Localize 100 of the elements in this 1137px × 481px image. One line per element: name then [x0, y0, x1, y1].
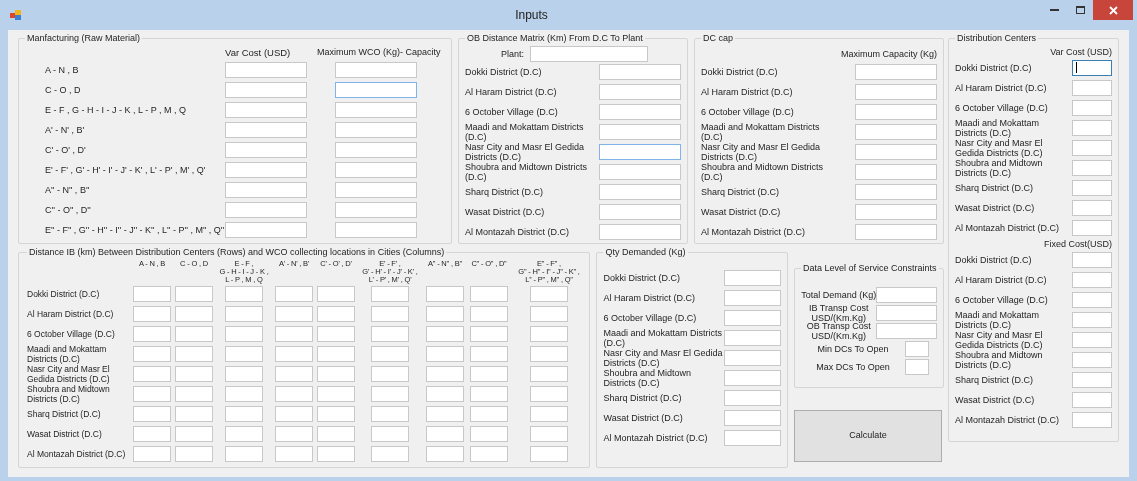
input-field[interactable]	[225, 121, 307, 138]
input-field[interactable]	[275, 345, 313, 362]
input-field[interactable]	[225, 405, 263, 422]
input-field[interactable]	[1072, 311, 1112, 328]
input-field[interactable]	[225, 385, 263, 402]
input-field[interactable]	[426, 345, 464, 362]
input-field[interactable]	[317, 425, 355, 442]
input-field[interactable]	[530, 325, 568, 342]
input-field[interactable]	[855, 203, 937, 220]
input-field[interactable]	[723, 409, 781, 426]
input-field[interactable]	[335, 61, 417, 78]
input-field[interactable]	[225, 425, 263, 442]
input-field[interactable]	[470, 305, 508, 322]
input-field[interactable]	[335, 201, 417, 218]
input-field[interactable]	[225, 101, 307, 118]
input-field[interactable]	[855, 143, 937, 160]
input-field[interactable]	[225, 325, 263, 342]
input-field[interactable]	[275, 285, 313, 302]
input-field[interactable]	[133, 405, 171, 422]
close-button[interactable]	[1093, 0, 1133, 20]
input-field[interactable]	[1072, 291, 1112, 308]
input-field[interactable]	[723, 269, 781, 286]
input-field[interactable]	[371, 285, 409, 302]
input-field[interactable]	[275, 445, 313, 462]
input-field[interactable]	[335, 221, 417, 238]
input-field[interactable]	[133, 425, 171, 442]
input-field[interactable]	[317, 345, 355, 362]
input-field[interactable]	[175, 405, 213, 422]
input-field[interactable]	[1072, 179, 1112, 196]
input-field[interactable]	[426, 405, 464, 422]
input-field[interactable]	[723, 349, 781, 366]
input-field[interactable]	[275, 405, 313, 422]
input-field[interactable]	[317, 445, 355, 462]
input-field[interactable]	[317, 285, 355, 302]
input-field[interactable]	[371, 445, 409, 462]
input-field[interactable]	[275, 385, 313, 402]
input-field[interactable]	[599, 183, 681, 200]
input-field[interactable]	[225, 285, 263, 302]
input-field[interactable]	[1072, 119, 1112, 136]
input-field[interactable]	[855, 103, 937, 120]
input-field[interactable]	[335, 181, 417, 198]
input-field[interactable]	[530, 425, 568, 442]
input-field[interactable]	[225, 181, 307, 198]
input-field[interactable]	[371, 305, 409, 322]
input-field[interactable]	[1072, 351, 1112, 368]
input-field[interactable]	[1072, 411, 1112, 428]
input-field[interactable]	[225, 161, 307, 178]
input-field[interactable]	[905, 340, 929, 357]
input-field[interactable]	[225, 81, 307, 98]
input-field[interactable]	[225, 221, 307, 238]
input-field[interactable]	[175, 345, 213, 362]
input-field[interactable]	[470, 405, 508, 422]
input-field[interactable]	[876, 286, 937, 303]
input-field[interactable]	[371, 325, 409, 342]
input-field[interactable]	[426, 365, 464, 382]
input-field[interactable]	[317, 325, 355, 342]
input-field[interactable]	[470, 325, 508, 342]
input-field[interactable]	[876, 322, 937, 339]
input-field[interactable]	[599, 163, 681, 180]
input-field[interactable]	[133, 285, 171, 302]
input-field[interactable]	[530, 285, 568, 302]
input-field[interactable]	[855, 63, 937, 80]
input-field[interactable]	[470, 425, 508, 442]
input-field[interactable]	[1072, 251, 1112, 268]
input-field[interactable]	[530, 385, 568, 402]
input-field[interactable]	[530, 305, 568, 322]
input-field[interactable]	[530, 445, 568, 462]
input-field[interactable]	[175, 385, 213, 402]
input-field[interactable]	[426, 325, 464, 342]
input-field[interactable]	[1072, 79, 1112, 96]
input-field[interactable]	[599, 63, 681, 80]
input-field[interactable]	[599, 143, 681, 160]
input-field[interactable]	[225, 201, 307, 218]
input-field[interactable]	[275, 425, 313, 442]
input-field[interactable]	[225, 61, 307, 78]
calculate-button[interactable]: Calculate	[794, 410, 942, 462]
input-field[interactable]	[133, 365, 171, 382]
input-field[interactable]	[225, 445, 263, 462]
input-field[interactable]	[723, 389, 781, 406]
input-field[interactable]	[1072, 159, 1112, 176]
input-field[interactable]	[335, 81, 417, 98]
input-field[interactable]	[1072, 371, 1112, 388]
input-field[interactable]	[855, 123, 937, 140]
input-field[interactable]	[876, 304, 937, 321]
input-field[interactable]	[855, 183, 937, 200]
input-field[interactable]	[426, 425, 464, 442]
input-field[interactable]	[426, 385, 464, 402]
input-field[interactable]	[335, 161, 417, 178]
input-field[interactable]	[530, 45, 648, 62]
input-field[interactable]	[175, 425, 213, 442]
input-field[interactable]	[599, 123, 681, 140]
input-field[interactable]	[275, 305, 313, 322]
input-field[interactable]	[317, 305, 355, 322]
input-field[interactable]	[1072, 219, 1112, 236]
input-field[interactable]	[133, 325, 171, 342]
input-field[interactable]	[599, 103, 681, 120]
input-field[interactable]	[175, 305, 213, 322]
input-field[interactable]	[317, 385, 355, 402]
input-field[interactable]	[470, 285, 508, 302]
input-field[interactable]	[426, 305, 464, 322]
